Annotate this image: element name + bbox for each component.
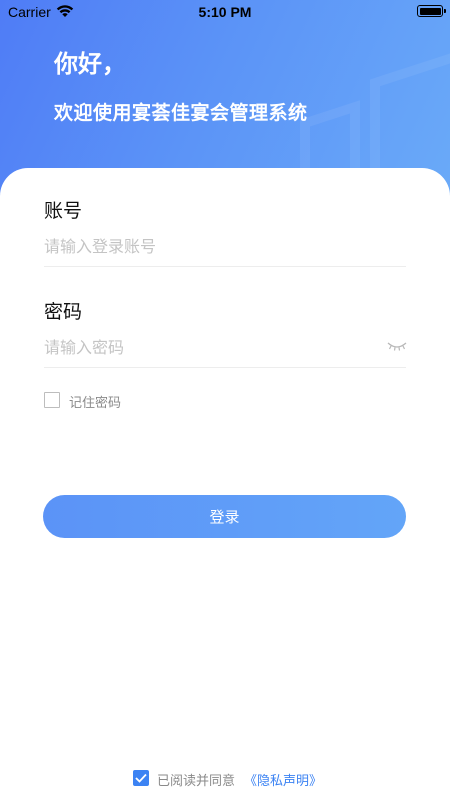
clock: 5:10 PM [198,4,252,20]
password-label: 密码 [44,301,83,323]
eye-closed-icon[interactable] [386,338,408,352]
agreement-checkbox[interactable] [133,770,149,786]
status-bar: Carrier 5:10 PM [0,0,450,24]
remember-password-checkbox[interactable] [44,392,60,408]
greeting-title: 你好， [54,50,126,78]
remember-password-label[interactable]: 记住密码 [69,392,121,411]
account-input[interactable] [44,227,406,267]
agreement-row: 已阅读并同意 《隐私声明》 [0,769,450,789]
checkmark-icon [135,773,147,783]
privacy-statement-link[interactable]: 《隐私声明》 [244,770,322,789]
login-button[interactable]: 登录 [43,495,406,538]
agreement-text: 已阅读并同意 [157,774,236,789]
welcome-subtitle: 欢迎使用宴荟佳宴会管理系统 [54,102,308,124]
password-input[interactable] [44,328,406,368]
battery-icon [417,5,446,17]
account-label: 账号 [44,200,83,222]
